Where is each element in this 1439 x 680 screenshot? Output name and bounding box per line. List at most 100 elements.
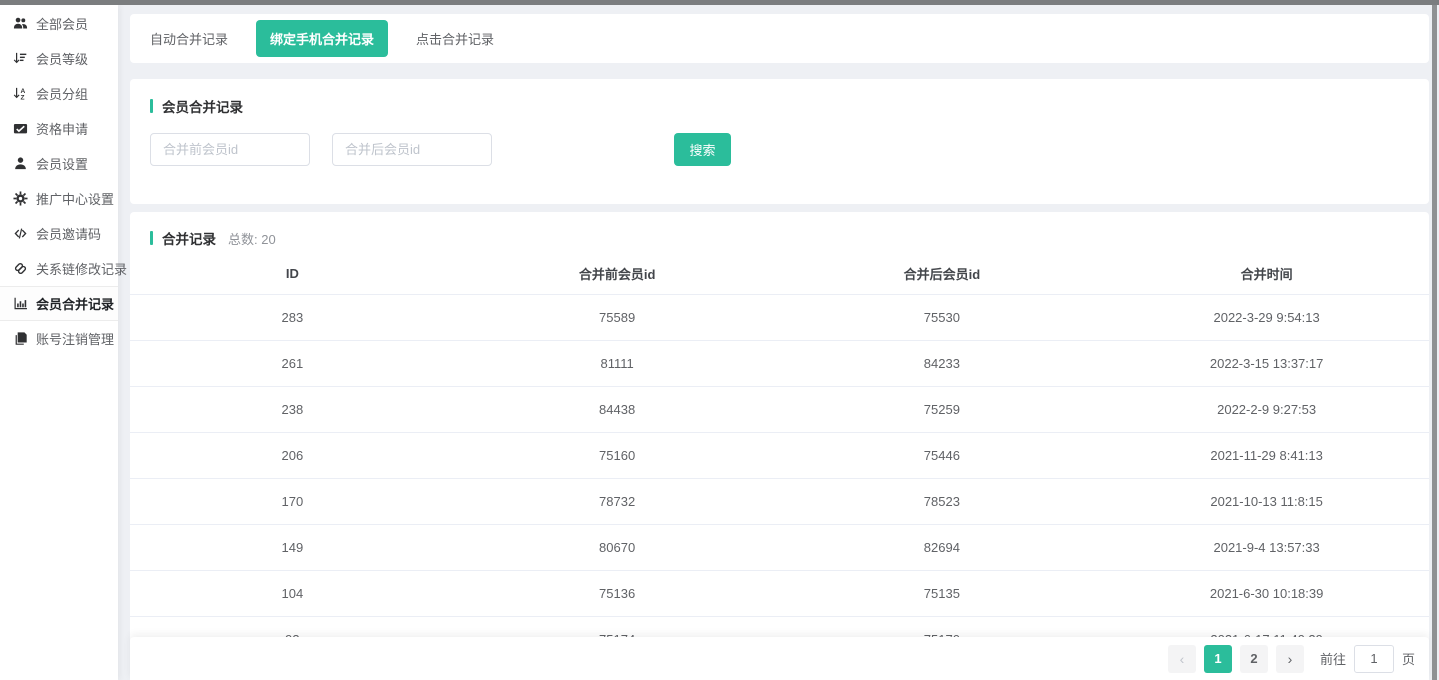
pagination: ‹ 12 › bbox=[1168, 645, 1304, 673]
table-row: 17078732785232021-10-13 11:8:15 bbox=[130, 478, 1429, 524]
sidebar-item-label: 资格申请 bbox=[36, 119, 88, 138]
tab-bind-phone-merge-log[interactable]: 绑定手机合并记录 bbox=[256, 20, 388, 57]
table-cell: 78523 bbox=[780, 478, 1105, 524]
tab-auto-merge-log[interactable]: 自动合并记录 bbox=[150, 29, 228, 48]
app-root: 全部会员会员等级 AZ 会员分组资格申请会员设置推广中心设置会员邀请码关系链修改记录… bbox=[0, 5, 1439, 680]
section-accent-bar bbox=[150, 231, 153, 245]
sidebar-item-label: 会员邀请码 bbox=[36, 224, 101, 243]
table-cell: 75259 bbox=[780, 386, 1105, 432]
pagination-page-1[interactable]: 1 bbox=[1204, 645, 1232, 673]
sidebar-item-label: 会员设置 bbox=[36, 154, 88, 173]
pagination-next-button[interactable]: › bbox=[1276, 645, 1304, 673]
tabs-row: 自动合并记录 绑定手机合并记录 点击合并记录 bbox=[150, 20, 522, 57]
column-header: 合并时间 bbox=[1104, 254, 1429, 294]
svg-text:A: A bbox=[21, 88, 26, 95]
sidebar-item-member-settings[interactable]: 会员设置 bbox=[0, 146, 118, 181]
table-cell: 2021-9-4 13:57:33 bbox=[1104, 524, 1429, 570]
records-total-count: 总数: 20 bbox=[228, 229, 276, 248]
gear-icon bbox=[13, 191, 28, 206]
sidebar-menu: 全部会员会员等级 AZ 会员分组资格申请会员设置推广中心设置会员邀请码关系链修改记录… bbox=[0, 6, 118, 356]
filter-section-title-text: 会员合并记录 bbox=[162, 96, 243, 116]
table-cell: 80670 bbox=[455, 524, 780, 570]
table-row: 10475136751352021-6-30 10:18:39 bbox=[130, 570, 1429, 616]
svg-text:Z: Z bbox=[21, 95, 25, 101]
filter-card: 会员合并记录 搜索 bbox=[130, 79, 1429, 204]
tab-click-merge-log[interactable]: 点击合并记录 bbox=[416, 29, 494, 48]
sidebar-item-qualification-apply[interactable]: 资格申请 bbox=[0, 111, 118, 146]
table-row: 23884438752592022-2-9 9:27:53 bbox=[130, 386, 1429, 432]
sidebar-item-member-level[interactable]: 会员等级 bbox=[0, 41, 118, 76]
page-jumper-suffix: 页 bbox=[1402, 649, 1415, 668]
column-header: ID bbox=[130, 254, 455, 294]
window-top-bar bbox=[0, 0, 1439, 5]
sidebar-item-label: 全部会员 bbox=[36, 14, 88, 33]
sidebar-item-label: 推广中心设置 bbox=[36, 189, 114, 208]
table-cell: 84438 bbox=[455, 386, 780, 432]
inbox-check-icon bbox=[13, 121, 28, 136]
search-button[interactable]: 搜索 bbox=[674, 133, 731, 166]
table-cell: 75530 bbox=[780, 294, 1105, 340]
table-row: 26181111842332022-3-15 13:37:17 bbox=[130, 340, 1429, 386]
table-cell: 261 bbox=[130, 340, 455, 386]
column-header: 合并前会员id bbox=[455, 254, 780, 294]
sidebar-item-member-merge-log[interactable]: 会员合并记录 bbox=[0, 286, 118, 321]
sidebar-item-promotion-center-settings[interactable]: 推广中心设置 bbox=[0, 181, 118, 216]
table-row: 28375589755302022-3-29 9:54:13 bbox=[130, 294, 1429, 340]
main-content: 自动合并记录 绑定手机合并记录 点击合并记录 会员合并记录 搜索 合并记录 总数: … bbox=[118, 5, 1439, 680]
records-table: ID合并前会员id合并后会员id合并时间 28375589755302022-3… bbox=[130, 254, 1429, 663]
pagination-bar: ‹ 12 › 前往 页 bbox=[130, 637, 1429, 680]
records-card: 合并记录 总数: 20 ID合并前会员id合并后会员id合并时间 2837558… bbox=[130, 212, 1429, 680]
table-cell: 2021-11-29 8:41:13 bbox=[1104, 432, 1429, 478]
page-jumper: 前往 页 bbox=[1320, 645, 1415, 673]
table-row: 20675160754462021-11-29 8:41:13 bbox=[130, 432, 1429, 478]
table-cell: 104 bbox=[130, 570, 455, 616]
table-cell: 2021-10-13 11:8:15 bbox=[1104, 478, 1429, 524]
section-accent-bar bbox=[150, 99, 153, 113]
pagination-page-2[interactable]: 2 bbox=[1240, 645, 1268, 673]
sidebar-item-label: 会员合并记录 bbox=[36, 294, 114, 313]
table-cell: 2022-3-29 9:54:13 bbox=[1104, 294, 1429, 340]
table-cell: 82694 bbox=[780, 524, 1105, 570]
table-header-row: ID合并前会员id合并后会员id合并时间 bbox=[130, 254, 1429, 294]
records-section-title-text: 合并记录 bbox=[162, 228, 216, 248]
table-cell: 75136 bbox=[455, 570, 780, 616]
link-icon bbox=[13, 261, 28, 276]
table-cell: 283 bbox=[130, 294, 455, 340]
table-cell: 75446 bbox=[780, 432, 1105, 478]
window-right-border bbox=[1432, 0, 1437, 680]
sidebar-item-member-group[interactable]: AZ 会员分组 bbox=[0, 76, 118, 111]
sidebar-item-label: 账号注销管理 bbox=[36, 329, 114, 348]
sort-amount-icon bbox=[13, 51, 28, 66]
page-jumper-input[interactable] bbox=[1354, 645, 1394, 673]
table-cell: 238 bbox=[130, 386, 455, 432]
table-cell: 170 bbox=[130, 478, 455, 524]
sidebar-item-all-members[interactable]: 全部会员 bbox=[0, 6, 118, 41]
column-header: 合并后会员id bbox=[780, 254, 1105, 294]
table-cell: 149 bbox=[130, 524, 455, 570]
sort-alpha-icon: AZ bbox=[13, 86, 28, 101]
table-cell: 75135 bbox=[780, 570, 1105, 616]
sidebar-item-label: 会员等级 bbox=[36, 49, 88, 68]
tabs-bar: 自动合并记录 绑定手机合并记录 点击合并记录 bbox=[130, 14, 1429, 63]
sidebar-item-label: 会员分组 bbox=[36, 84, 88, 103]
code-icon bbox=[13, 226, 28, 241]
sidebar-item-relation-chain-log[interactable]: 关系链修改记录 bbox=[0, 251, 118, 286]
sidebar: 全部会员会员等级 AZ 会员分组资格申请会员设置推广中心设置会员邀请码关系链修改记录… bbox=[0, 5, 118, 680]
pagination-prev-button[interactable]: ‹ bbox=[1168, 645, 1196, 673]
chart-bar-icon bbox=[13, 296, 28, 311]
users-icon bbox=[13, 16, 28, 31]
table-cell: 2022-2-9 9:27:53 bbox=[1104, 386, 1429, 432]
table-cell: 2022-3-15 13:37:17 bbox=[1104, 340, 1429, 386]
sidebar-item-label: 关系链修改记录 bbox=[36, 259, 127, 278]
sidebar-item-account-cancel-manage[interactable]: 账号注销管理 bbox=[0, 321, 118, 356]
records-section-title: 合并记录 总数: 20 bbox=[130, 228, 1429, 248]
sidebar-item-member-invite-code[interactable]: 会员邀请码 bbox=[0, 216, 118, 251]
table-cell: 75160 bbox=[455, 432, 780, 478]
table-cell: 84233 bbox=[780, 340, 1105, 386]
merge-after-id-input[interactable] bbox=[332, 133, 492, 166]
table-cell: 81111 bbox=[455, 340, 780, 386]
merge-before-id-input[interactable] bbox=[150, 133, 310, 166]
table-cell: 2021-6-30 10:18:39 bbox=[1104, 570, 1429, 616]
table-body: 28375589755302022-3-29 9:54:132618111184… bbox=[130, 294, 1429, 662]
table-cell: 78732 bbox=[455, 478, 780, 524]
